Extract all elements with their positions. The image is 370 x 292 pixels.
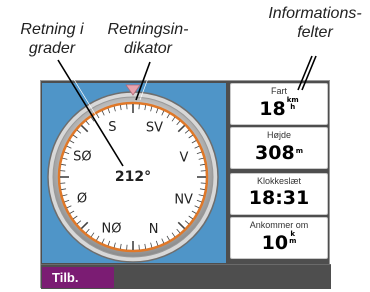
callout-heading-line-1: Retning i: [20, 21, 84, 38]
field-speed-value: 18km h: [231, 97, 327, 121]
cardinal-label-7: SØ: [73, 150, 91, 165]
arrival-unit-bottom: m: [289, 237, 297, 245]
callout-indicator-line-1: Retningsin-: [107, 21, 189, 38]
field-arrival-value: 10 k m: [231, 231, 327, 255]
callout-heading-line-2: grader: [28, 40, 76, 57]
callout-heading-degrees: Retning i grader: [3, 20, 101, 58]
field-clock-label: Klokkeslæt: [256, 176, 301, 186]
field-clock-value: 18:31: [248, 187, 310, 209]
field-speed[interactable]: Fart 18km h: [230, 83, 328, 125]
cardinal-label-6: Ø: [77, 192, 87, 207]
heading-degrees: 212°: [115, 169, 151, 185]
cardinal-label-4: N: [149, 222, 159, 237]
callout-fields-line-2: felter: [297, 24, 333, 41]
field-arrival-label: Ankommer om: [249, 220, 309, 230]
cardinal-label-2: V: [180, 150, 189, 165]
compass-svg: S SV V NV N NØ Ø SØ 212°: [47, 84, 219, 263]
speed-unit: km h: [287, 97, 299, 111]
field-arrival[interactable]: Ankommer om 10 k m: [230, 217, 328, 259]
callout-info-fields: Informations- felter: [262, 4, 368, 42]
speed-unit-bottom: h: [290, 103, 296, 111]
device-screen: S SV V NV N NØ Ø SØ 212° Fart 18km h Højde 308 m …: [40, 80, 331, 289]
cardinal-label-3: NV: [174, 192, 193, 207]
altitude-unit-bottom: m: [295, 147, 303, 155]
field-speed-label: Fart: [270, 86, 287, 96]
field-altitude-value: 308 m: [231, 141, 327, 164]
field-altitude-label: Højde: [266, 130, 291, 140]
arrival-number: 10: [261, 232, 289, 254]
callout-fields-line-1: Informations-: [268, 5, 362, 22]
cardinal-label-0: S: [108, 120, 116, 135]
cardinal-label-5: NØ: [102, 222, 122, 237]
callout-heading-indicator: Retningsin- dikator: [96, 20, 200, 58]
compass-panel: S SV V NV N NØ Ø SØ 212°: [42, 83, 226, 263]
speed-number: 18: [259, 98, 286, 120]
callout-indicator-line-2: dikator: [123, 40, 173, 57]
altitude-number: 308: [255, 142, 295, 164]
altitude-unit: m: [296, 141, 303, 155]
field-clock[interactable]: Klokkeslæt 18:31: [230, 173, 328, 215]
bottom-bar: Tilb.: [41, 264, 331, 289]
back-button[interactable]: Tilb.: [42, 267, 114, 288]
arrival-unit: km: [289, 231, 296, 245]
cardinal-label-1: SV: [146, 120, 163, 135]
field-altitude[interactable]: Højde 308 m: [230, 127, 328, 169]
